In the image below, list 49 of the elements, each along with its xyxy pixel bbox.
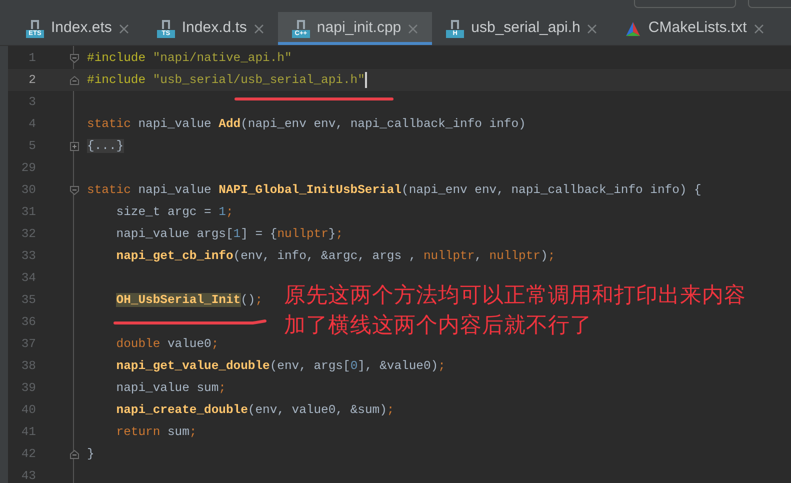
annotation-text: 原先这两个方法均可以正常调用和打印出来内容 — [284, 282, 746, 309]
line-number: 5 — [28, 138, 36, 155]
line-number: 42 — [20, 446, 36, 463]
line-number: 39 — [20, 380, 36, 397]
code-line: #include "napi/native_api.h" — [87, 50, 292, 67]
fold-marker-icon[interactable] — [70, 142, 79, 150]
line-number: 30 — [20, 182, 36, 199]
code-line: napi_get_cb_info(env, info, &argc, args , nullptr, nullptr); — [115, 248, 556, 265]
code-line: napi_create_double(env, value0, &sum); — [115, 402, 394, 419]
line-number: 40 — [20, 402, 36, 419]
code-line: return sum; — [115, 424, 197, 441]
line-number: 38 — [20, 358, 36, 375]
close-icon[interactable] — [408, 24, 418, 34]
close-icon[interactable] — [118, 24, 129, 34]
code-line: double value0; — [115, 336, 219, 353]
line-number: 3 — [28, 94, 36, 111]
line-number: 32 — [20, 226, 36, 243]
line-number: 29 — [20, 160, 36, 177]
code-line: size_t argc = 1; — [115, 204, 234, 221]
code-line: #include "usb_serial/usb_serial_api.h" — [87, 72, 365, 89]
code-line: napi_value args[1] = {nullptr}; — [115, 226, 344, 243]
line-number: 31 — [20, 204, 36, 221]
line-number: 33 — [20, 248, 36, 265]
line-number: 43 — [20, 468, 36, 483]
fold-marker-icon[interactable] — [70, 54, 79, 62]
triangle-icon — [625, 20, 642, 36]
close-icon[interactable] — [254, 24, 264, 34]
fold-marker-icon[interactable] — [70, 450, 79, 458]
fold-marker-icon[interactable] — [70, 186, 79, 194]
code-line: static napi_value Add(napi_env env, napi_callback_info info) — [87, 116, 526, 133]
line-number: 34 — [20, 270, 36, 287]
code-line: static napi_value NAPI_Global_InitUsbSerial(napi_env env, napi_callback_info info) { — [87, 182, 702, 199]
text-cursor — [364, 72, 367, 88]
code-line: napi_value sum; — [115, 380, 226, 397]
line-number: 41 — [20, 424, 36, 441]
line-number: 4 — [28, 116, 36, 133]
code-line: napi_get_value_double(env, args[0], &value0); — [115, 358, 446, 375]
code-line: } — [87, 446, 94, 463]
close-icon[interactable] — [587, 24, 598, 34]
line-number: 36 — [20, 314, 36, 331]
line-number: 37 — [20, 336, 36, 353]
annotation-text: 加了横线这两个内容后就不行了 — [284, 312, 592, 339]
fold-marker-icon[interactable] — [70, 76, 79, 84]
line-number: 35 — [20, 292, 36, 309]
close-icon[interactable] — [754, 24, 764, 34]
line-number: 2 — [28, 72, 36, 89]
editor-tab[interactable]: CMakeLists.txt — [611, 12, 778, 45]
code-line: OH_UsbSerial_Init(); — [115, 292, 263, 309]
line-number: 1 — [28, 50, 36, 67]
